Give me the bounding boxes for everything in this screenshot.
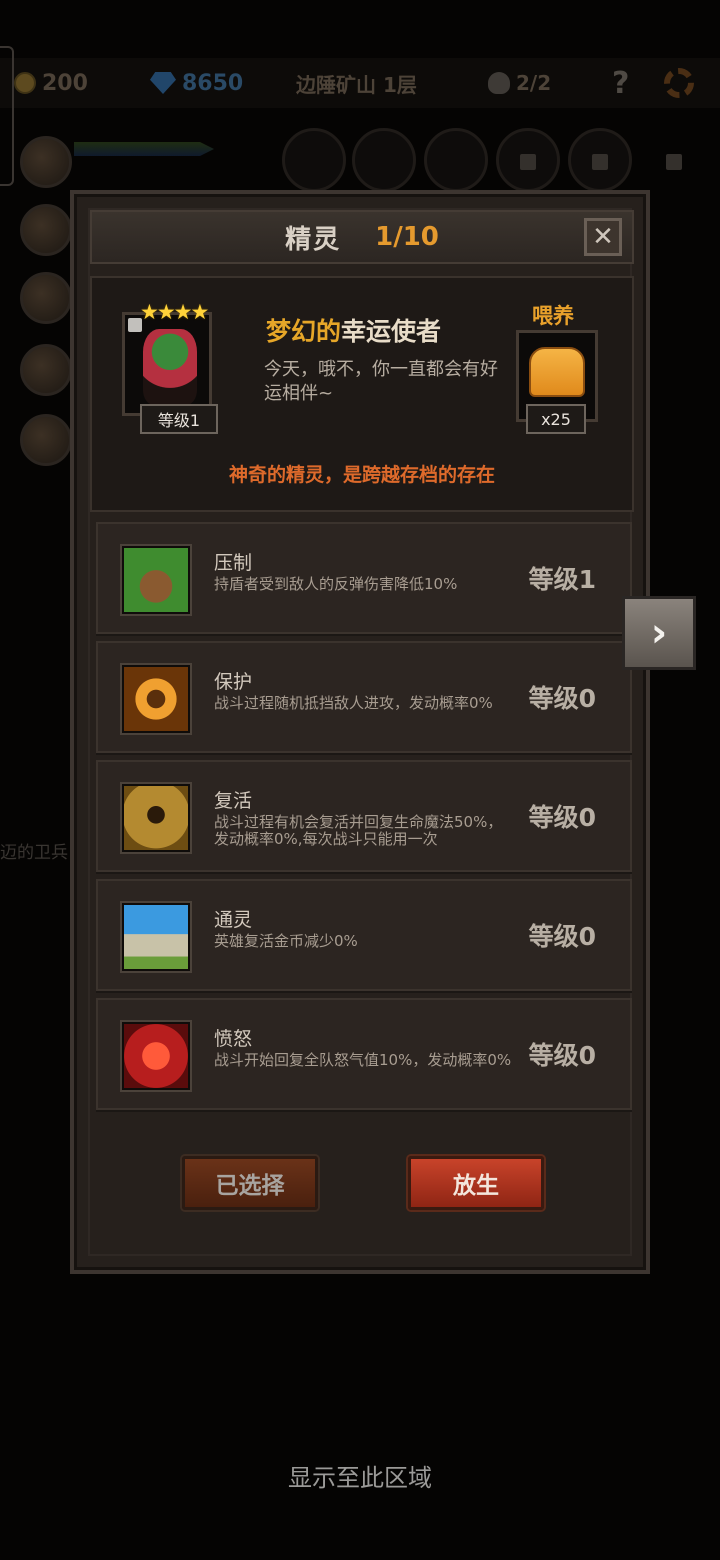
panel-titlebar: 精灵 1/10 ✕ — [90, 210, 634, 264]
protect-fairy-icon — [122, 665, 190, 733]
bread-icon — [529, 347, 585, 397]
skill-name: 复活 — [214, 790, 253, 812]
skill-row-protect[interactable]: 保护 战斗过程随机抵挡敌人进攻，发动概率0% 等级0 — [96, 641, 632, 753]
release-button[interactable]: 放生 — [408, 1156, 544, 1210]
settings-button[interactable] — [664, 68, 694, 98]
close-icon: ✕ — [592, 222, 614, 252]
hero-portrait[interactable] — [20, 272, 72, 324]
suppress-claw-icon — [122, 546, 190, 614]
spirit-tombstone-icon — [122, 903, 190, 971]
lock-icon — [520, 154, 536, 170]
next-page-button[interactable]: › — [622, 596, 696, 670]
footer-hint: 显示至此区域 — [288, 1464, 432, 1492]
skill-level: 等级0 — [528, 684, 596, 713]
help-icon: ? — [612, 65, 630, 101]
sprite-count: 1/10 — [375, 222, 439, 252]
top-hud: 200 8650 边陲矿山 1层 2/2 ? — [0, 46, 720, 186]
skull-icon — [488, 72, 510, 94]
sprite-name: 梦幻的幸运使者 — [266, 312, 441, 348]
rage-beast-icon — [122, 1022, 190, 1090]
close-button[interactable]: ✕ — [584, 218, 622, 256]
gear-icon — [664, 68, 694, 98]
sprite-panel: 精灵 1/10 ✕ ★★★★ 等级1 梦幻的幸运使者 今天，哦不，你一直都会有好… — [70, 190, 650, 1274]
gem-amount: 8650 — [182, 70, 244, 96]
empty-slot[interactable] — [424, 128, 488, 192]
sprite-description: 今天，哦不，你一直都会有好运相伴~ — [264, 359, 498, 404]
skill-description: 持盾者受到敌人的反弹伤害降低10% — [214, 575, 458, 593]
help-button[interactable]: ? — [612, 66, 629, 101]
skill-description: 战斗过程随机抵挡敌人进攻，发动概率0% — [214, 694, 493, 712]
empty-slot[interactable] — [282, 128, 346, 192]
skill-description: 战斗开始回复全队怒气值10%，发动概率0% — [214, 1051, 512, 1069]
side-panel-edge — [0, 46, 14, 186]
background-label: 迈的卫兵 — [0, 843, 68, 863]
skill-level: 等级1 — [528, 565, 596, 594]
sprite-name-main: 幸运使者 — [341, 317, 442, 346]
hero-portrait[interactable] — [20, 344, 72, 396]
skill-row-revive[interactable]: 复活 战斗过程有机会复活并回复生命魔法50%，发动概率0%,每次战斗只能用一次 … — [96, 760, 632, 872]
feed-label: 喂养 — [532, 304, 574, 328]
hero-portrait[interactable] — [20, 204, 72, 256]
skill-row-suppress[interactable]: 压制 持盾者受到敌人的反弹伤害降低10% 等级1 — [96, 522, 632, 634]
sprite-portrait-icon — [143, 329, 197, 405]
sprite-info-card: ★★★★ 等级1 梦幻的幸运使者 今天，哦不，你一直都会有好运相伴~ 喂养 x2… — [90, 276, 634, 512]
location-label: 边陲矿山 1层 — [296, 69, 417, 98]
skill-row-rage[interactable]: 愤怒 战斗开始回复全队怒气值10%，发动概率0% 等级0 — [96, 998, 632, 1110]
selected-button[interactable]: 已选择 — [182, 1156, 318, 1210]
feed-count: x25 — [526, 404, 586, 434]
location-text: 边陲矿山 1层 — [296, 72, 417, 97]
skill-description: 战斗过程有机会复活并回复生命魔法50%，发动概率0%,每次战斗只能用一次 — [214, 813, 503, 848]
coin-icon — [14, 72, 36, 94]
lock-icon — [666, 154, 682, 170]
hero-portrait[interactable] — [20, 136, 72, 188]
panel-title: 精灵 — [285, 224, 342, 255]
skill-name: 通灵 — [214, 909, 253, 931]
gem-display: 8650 — [150, 71, 243, 96]
skill-row-spirit[interactable]: 通灵 英雄复活金币减少0% 等级0 — [96, 879, 632, 991]
skill-level: 等级0 — [528, 1041, 596, 1070]
skill-name: 压制 — [214, 552, 253, 574]
chevron-right-icon: › — [650, 610, 668, 656]
skill-name: 愤怒 — [214, 1028, 253, 1050]
gold-amount: 200 — [42, 70, 88, 96]
hp-bar — [74, 142, 214, 156]
sprite-level: 等级1 — [140, 404, 218, 434]
skill-level: 等级0 — [528, 922, 596, 951]
hero-portrait[interactable] — [20, 414, 72, 466]
skill-name: 保护 — [214, 671, 253, 693]
revive-figure-icon — [122, 784, 190, 852]
party-display: 2/2 — [488, 71, 551, 95]
gem-icon — [150, 72, 176, 94]
party-count: 2/2 — [516, 71, 552, 95]
sprite-tagline: 神奇的精灵，是跨越存档的存在 — [228, 464, 495, 486]
skill-description: 英雄复活金币减少0% — [214, 932, 358, 950]
skill-level: 等级0 — [528, 803, 596, 832]
empty-slot[interactable] — [352, 128, 416, 192]
sprite-name-prefix: 梦幻的 — [266, 317, 342, 346]
star-rating: ★★★★ — [140, 300, 209, 324]
gold-display: 200 — [14, 71, 88, 96]
lock-icon — [592, 154, 608, 170]
